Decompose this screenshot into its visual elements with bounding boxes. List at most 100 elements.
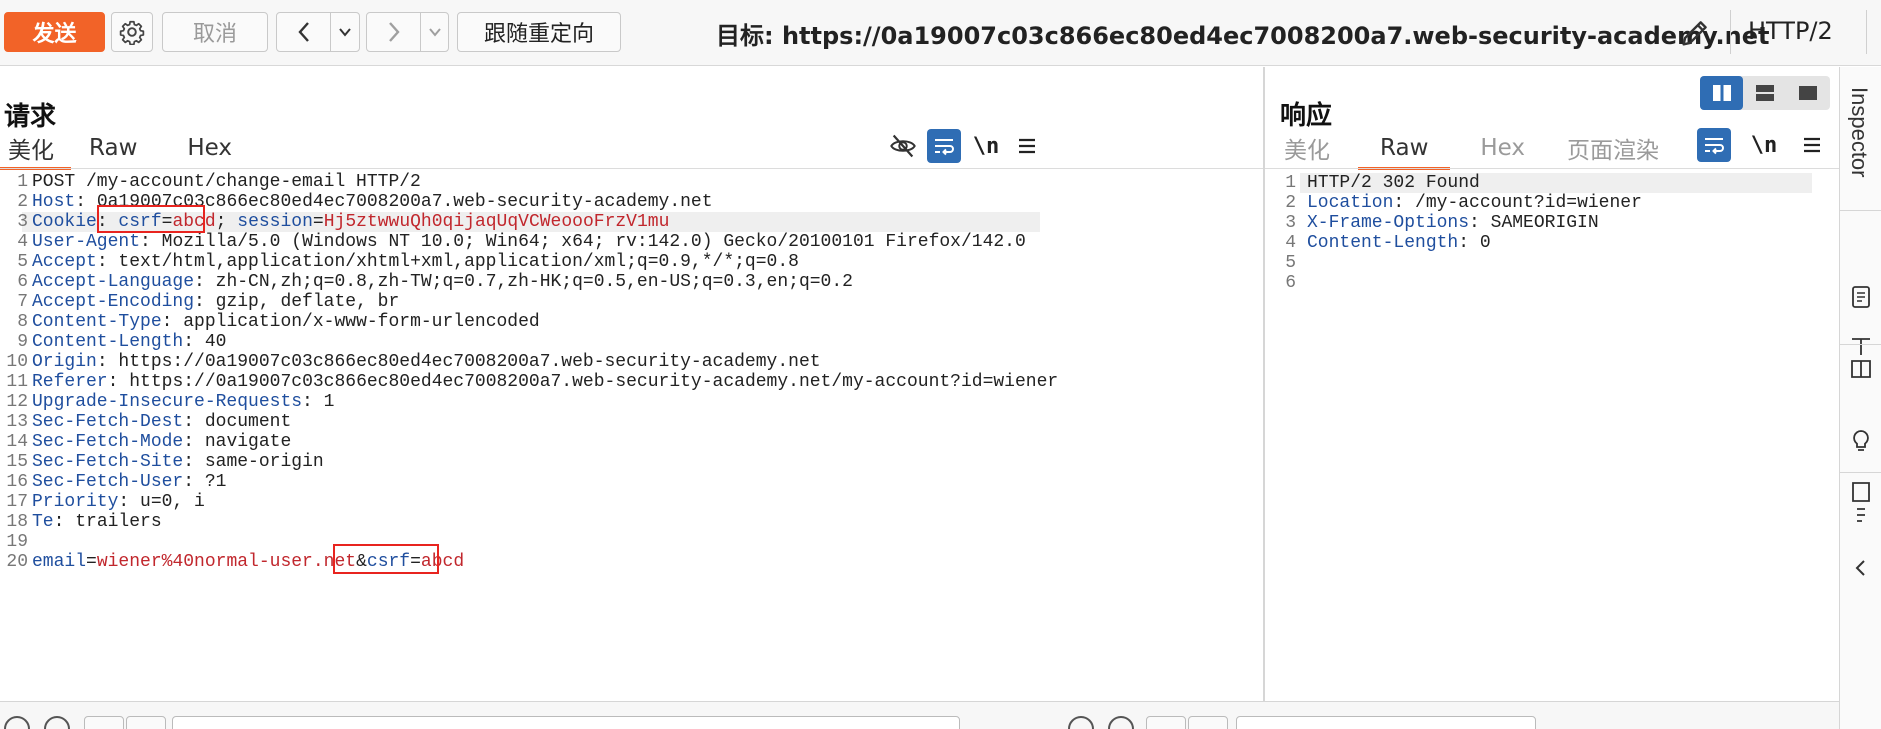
pencil-icon: [1682, 21, 1707, 46]
search-previous-button[interactable]: [1146, 716, 1186, 729]
header-line: Accept-Language: zh-CN,zh;q=0.8,zh-TW;q=…: [32, 272, 853, 292]
follow-redirect-button[interactable]: 跟随重定向: [457, 12, 621, 52]
line-number: 1: [17, 172, 28, 192]
response-editor[interactable]: 1 2 3 4 5 6 HTTP/2 302 Found Location: /…: [1266, 170, 1838, 700]
inspector-divider: [1840, 472, 1881, 473]
line-number: 1: [1285, 173, 1296, 193]
chevron-left-icon[interactable]: [1853, 559, 1869, 577]
header-value: ?1: [194, 472, 227, 492]
line-number: 17: [6, 492, 28, 512]
back-button[interactable]: [277, 13, 331, 51]
tab-request-hex[interactable]: Hex: [163, 126, 246, 170]
header-value: document: [194, 412, 292, 432]
toolbar-divider: [1866, 10, 1867, 54]
header-value: 0: [1469, 233, 1491, 253]
request-editor[interactable]: 1 2 3 4 5 6 7 8 9 10 11 12 13 14 15 16 1…: [0, 170, 1262, 700]
header-value: gzip, deflate, br: [204, 292, 400, 312]
response-wrap-lines-button[interactable]: [1697, 128, 1731, 162]
header-name: Upgrade-Insecure-Requests: [32, 392, 303, 412]
response-menu-button[interactable]: [1795, 128, 1829, 162]
request-menu-button[interactable]: [1010, 129, 1044, 163]
cancel-button[interactable]: 取消: [162, 12, 268, 52]
line-number: 11: [6, 372, 28, 392]
pane-splitter[interactable]: [1263, 67, 1265, 729]
header-line: Location: /my-account?id=wiener: [1307, 193, 1642, 213]
line-number: 2: [17, 192, 28, 212]
header-name: Priority: [32, 492, 119, 512]
tab-response-raw[interactable]: Raw: [1358, 126, 1451, 170]
header-value: same-origin: [194, 452, 324, 472]
header-value: application/x-www-form-urlencoded: [172, 312, 540, 332]
line-number: 10: [6, 352, 28, 372]
header-line: Upgrade-Insecure-Requests: 1: [32, 392, 335, 412]
header-name: Accept: [32, 252, 97, 272]
tools-icon[interactable]: [1849, 335, 1873, 381]
request-tabs-underline: [0, 168, 1263, 169]
cookie-name: session: [237, 212, 313, 232]
send-button[interactable]: 发送: [4, 12, 105, 52]
header-line: Priority: u=0, i: [32, 492, 205, 512]
forward-history-dropdown[interactable]: [421, 13, 448, 51]
header-name: Te: [32, 512, 54, 532]
edit-target-button[interactable]: [1675, 13, 1715, 53]
http-version-selector[interactable]: HTTP/2: [1748, 17, 1833, 45]
chevron-down-icon: [339, 28, 351, 37]
back-history-dropdown[interactable]: [331, 13, 359, 51]
tab-response-hex[interactable]: Hex: [1450, 126, 1553, 170]
header-value: navigate: [194, 432, 292, 452]
wrap-lines-button[interactable]: [927, 129, 961, 163]
layout-split-vertical-button[interactable]: [1743, 76, 1786, 110]
header-name: Content-Length: [32, 332, 184, 352]
search-next-button[interactable]: [126, 716, 166, 729]
param-name: email: [32, 552, 87, 572]
header-value: 1: [312, 392, 335, 412]
header-value: trailers: [64, 512, 162, 532]
header-value: zh-CN,zh;q=0.8,zh-TW;q=0.7,zh-HK;q=0.5,e…: [204, 272, 853, 292]
header-value: 40: [194, 332, 227, 352]
request-search-input[interactable]: [172, 716, 960, 729]
explanations-icon[interactable]: [1850, 479, 1872, 527]
layout-single-pane-button[interactable]: [1787, 76, 1830, 110]
response-search-input[interactable]: [1236, 716, 1536, 729]
header-line: User-Agent: Mozilla/5.0 (Windows NT 10.0…: [32, 232, 1026, 252]
line-number: 16: [6, 472, 28, 492]
line-number: 7: [17, 292, 28, 312]
target-url: 目标: https://0a19007c03c866ec80ed4ec70082…: [716, 22, 1770, 50]
layout-split-horizontal-button[interactable]: [1700, 76, 1744, 110]
header-line: Sec-Fetch-User: ?1: [32, 472, 227, 492]
tab-response-render[interactable]: 页面渲染: [1553, 126, 1673, 170]
line-number: 2: [1285, 193, 1296, 213]
line-number: 3: [1285, 213, 1296, 233]
tab-request-pretty[interactable]: 美化: [0, 126, 71, 170]
response-show-newlines-button[interactable]: \n: [1747, 128, 1781, 162]
line-number: 9: [17, 332, 28, 352]
history-forward-group: [366, 12, 449, 52]
line-number: 13: [6, 412, 28, 432]
show-newlines-button[interactable]: \n: [969, 129, 1003, 163]
notes-icon[interactable]: [1850, 285, 1872, 309]
header-name: Location: [1307, 193, 1394, 213]
settings-button[interactable]: [111, 12, 153, 52]
hide-nonprintable-button[interactable]: [886, 129, 920, 163]
menu-icon: [1019, 138, 1035, 154]
newline-icon: \n: [972, 133, 1000, 159]
forward-button[interactable]: [367, 13, 421, 51]
header-name: Content-Type: [32, 312, 162, 332]
inspector-tab[interactable]: Inspector: [1848, 79, 1874, 319]
header-value: Mozilla/5.0 (Windows NT 10.0; Win64; x64…: [150, 232, 1026, 252]
search-previous-button[interactable]: [84, 716, 124, 729]
chevron-down-icon: [428, 28, 441, 37]
tab-request-raw[interactable]: Raw: [71, 126, 163, 170]
header-name: Sec-Fetch-User: [32, 472, 184, 492]
line-number: 3: [17, 212, 28, 232]
header-name: X-Frame-Options: [1307, 213, 1470, 233]
layout-switcher: [1700, 76, 1830, 110]
split-vertical-icon: [1755, 85, 1774, 101]
search-next-button[interactable]: [1188, 716, 1228, 729]
header-name: Cookie: [32, 212, 97, 232]
split-horizontal-icon: [1712, 85, 1731, 101]
header-line: Content-Length: 0: [1307, 233, 1491, 253]
tab-response-pretty[interactable]: 美化: [1270, 126, 1358, 170]
header-name: User-Agent: [32, 232, 141, 252]
lightbulb-icon[interactable]: [1850, 429, 1872, 455]
